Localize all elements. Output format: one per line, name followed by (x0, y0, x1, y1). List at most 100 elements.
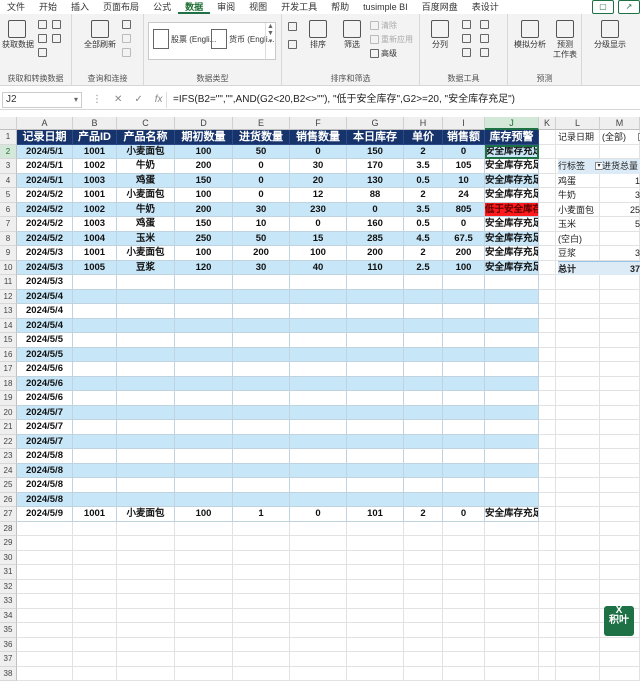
table-cell[interactable] (175, 391, 233, 406)
table-cell[interactable]: 玉米 (117, 232, 175, 247)
empty-cell[interactable] (73, 652, 117, 667)
row-header[interactable]: 13 (0, 304, 17, 319)
column-header-G[interactable]: G (347, 117, 404, 130)
row-header[interactable]: 29 (0, 536, 17, 551)
table-cell[interactable] (485, 333, 539, 348)
table-cell[interactable] (485, 420, 539, 435)
row-header[interactable]: 30 (0, 551, 17, 566)
table-cell[interactable] (117, 406, 175, 421)
empty-cell[interactable] (73, 623, 117, 638)
column-header-I[interactable]: I (443, 117, 485, 130)
empty-cell[interactable] (485, 580, 539, 595)
table-cell[interactable] (443, 493, 485, 508)
select-all-corner[interactable] (0, 117, 17, 130)
table-cell[interactable] (443, 362, 485, 377)
table-cell[interactable]: 1002 (73, 203, 117, 218)
table-cell[interactable] (233, 304, 290, 319)
empty-cell[interactable] (347, 565, 404, 580)
empty-cell[interactable] (539, 623, 556, 638)
table-cell[interactable] (233, 377, 290, 392)
empty-cell[interactable] (485, 536, 539, 551)
table-cell[interactable]: 1001 (73, 188, 117, 203)
table-cell[interactable]: 2024/5/7 (17, 435, 73, 450)
table-cell[interactable] (290, 478, 347, 493)
empty-cell[interactable] (347, 623, 404, 638)
filter-button[interactable]: 筛选 (340, 20, 364, 50)
empty-cell[interactable] (117, 609, 175, 624)
table-cell[interactable]: 2024/5/8 (17, 478, 73, 493)
table-cell[interactable] (117, 478, 175, 493)
table-cell[interactable]: 200 (175, 203, 233, 218)
empty-cell[interactable] (443, 522, 485, 537)
table-cell[interactable]: 2024/5/2 (17, 203, 73, 218)
table-cell[interactable] (347, 377, 404, 392)
table-cell[interactable] (233, 362, 290, 377)
from-web-button[interactable] (38, 34, 49, 43)
empty-cell[interactable] (175, 667, 233, 681)
table-cell[interactable]: 0 (233, 188, 290, 203)
empty-cell[interactable] (175, 522, 233, 537)
empty-cell[interactable] (443, 609, 485, 624)
data-type-gallery[interactable]: 股票 (Engli... 货币 (Engli... ▲▼▾ (148, 22, 276, 60)
table-cell[interactable] (347, 275, 404, 290)
table-cell[interactable] (175, 406, 233, 421)
table-cell[interactable] (404, 348, 443, 363)
empty-cell[interactable] (556, 667, 600, 681)
table-cell[interactable] (347, 435, 404, 450)
empty-cell[interactable] (539, 594, 556, 609)
data-model-button[interactable] (480, 48, 491, 57)
table-cell[interactable]: 安全库存充足 (485, 507, 539, 522)
table-cell[interactable] (233, 319, 290, 334)
tab-4[interactable]: 公式 (146, 0, 178, 14)
table-cell[interactable] (290, 319, 347, 334)
get-data-button[interactable]: 获取数据 (2, 20, 32, 50)
insert-function-icon[interactable]: fx (155, 92, 163, 108)
table-cell[interactable]: 牛奶 (117, 203, 175, 218)
table-cell[interactable]: 2024/5/7 (17, 406, 73, 421)
row-header[interactable]: 32 (0, 580, 17, 595)
row-header[interactable]: 37 (0, 652, 17, 667)
table-cell[interactable] (233, 348, 290, 363)
table-cell[interactable]: 小麦面包 (117, 246, 175, 261)
table-cell[interactable] (443, 304, 485, 319)
tab-11[interactable]: 百度网盘 (415, 0, 465, 14)
relationships-button[interactable] (480, 34, 491, 43)
table-cell[interactable] (73, 493, 117, 508)
table-cell[interactable] (290, 348, 347, 363)
table-cell[interactable]: 3.5 (404, 203, 443, 218)
table-cell[interactable] (485, 290, 539, 305)
table-cell[interactable]: 0 (233, 174, 290, 189)
tab-10[interactable]: tusimple BI (356, 0, 415, 14)
empty-cell[interactable] (233, 565, 290, 580)
empty-cell[interactable] (485, 609, 539, 624)
outline-button[interactable]: 分级显示 (588, 20, 632, 50)
table-cell[interactable]: 安全库存充足 (485, 188, 539, 203)
empty-cell[interactable] (539, 449, 556, 464)
table-cell[interactable] (485, 319, 539, 334)
table-cell[interactable] (290, 464, 347, 479)
empty-cell[interactable] (600, 478, 640, 493)
table-cell[interactable] (443, 377, 485, 392)
row-header[interactable]: 4 (0, 174, 17, 189)
empty-cell[interactable] (347, 522, 404, 537)
row-header[interactable]: 15 (0, 333, 17, 348)
table-cell[interactable] (347, 406, 404, 421)
empty-cell[interactable] (233, 667, 290, 681)
empty-cell[interactable] (73, 551, 117, 566)
empty-cell[interactable] (404, 594, 443, 609)
empty-cell[interactable] (485, 551, 539, 566)
table-cell[interactable] (404, 493, 443, 508)
empty-cell[interactable] (539, 580, 556, 595)
empty-cell[interactable] (443, 667, 485, 681)
empty-cell[interactable] (600, 319, 640, 334)
row-header[interactable]: 10 (0, 261, 17, 276)
table-cell[interactable] (175, 435, 233, 450)
table-header-cell[interactable]: 单价 (404, 130, 443, 145)
empty-cell[interactable] (347, 667, 404, 681)
table-cell[interactable]: 0.5 (404, 174, 443, 189)
empty-cell[interactable] (117, 652, 175, 667)
empty-cell[interactable] (539, 348, 556, 363)
column-header-F[interactable]: F (290, 117, 347, 130)
table-cell[interactable]: 1001 (73, 507, 117, 522)
table-cell[interactable]: 250 (175, 232, 233, 247)
